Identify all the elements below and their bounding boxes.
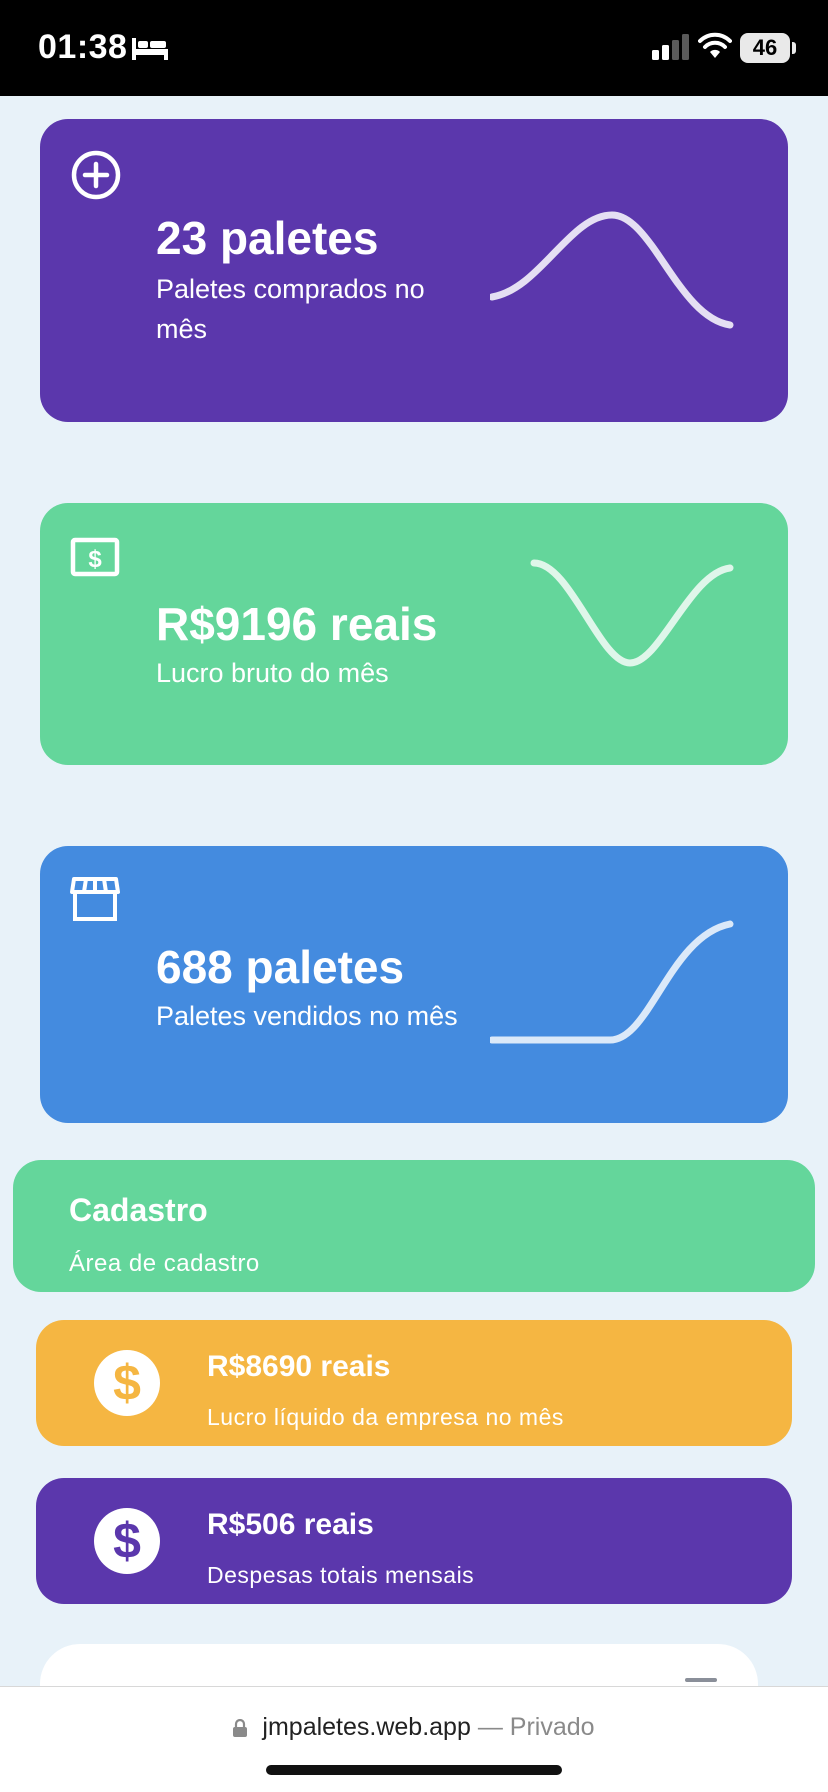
- minimize-icon[interactable]: [685, 1678, 717, 1682]
- home-indicator[interactable]: [266, 1765, 562, 1775]
- expenses-value: R$506 reais: [207, 1508, 374, 1541]
- trend-sparkline: [490, 211, 734, 329]
- purchased-pallets-value: 23 paletes: [156, 212, 379, 264]
- bed-icon: [132, 38, 168, 60]
- battery-tip: [792, 42, 796, 54]
- sold-pallets-value: 688 paletes: [156, 941, 405, 993]
- trend-sparkline: [490, 920, 734, 1044]
- svg-text:$: $: [113, 1355, 141, 1411]
- wifi-icon: [698, 32, 732, 58]
- expenses-card[interactable]: $ R$506 reais Despesas totais mensais: [36, 1478, 792, 1604]
- trend-sparkline: [530, 559, 734, 667]
- gross-profit-card[interactable]: $ R$9196 reais Lucro bruto do mês: [40, 503, 788, 765]
- lock-icon: [233, 1719, 248, 1737]
- cadastro-subtitle: Área de cadastro: [69, 1250, 260, 1277]
- dollar-coin-icon: $: [94, 1508, 160, 1574]
- purchased-pallets-label: Paletes comprados no mês: [156, 274, 425, 344]
- gross-profit-value: R$9196 reais: [156, 598, 438, 650]
- sold-pallets-card[interactable]: 688 paletes Paletes vendidos no mês: [40, 846, 788, 1123]
- battery-icon: 46: [740, 33, 790, 63]
- signal-icon: [652, 34, 689, 60]
- store-icon: [70, 877, 120, 921]
- plus-circle-icon: [71, 150, 121, 200]
- expenses-label: Despesas totais mensais: [207, 1562, 475, 1588]
- sold-pallets-label: Paletes vendidos no mês: [156, 1001, 458, 1031]
- money-bill-icon: $: [70, 537, 120, 577]
- private-mode-text: Privado: [509, 1713, 595, 1741]
- dollar-coin-icon: $: [94, 1350, 160, 1416]
- cadastro-title: Cadastro: [69, 1192, 208, 1228]
- address-text[interactable]: jmpaletes.web.app — Privado: [0, 1713, 828, 1742]
- status-time: 01:38: [38, 28, 128, 66]
- net-profit-card[interactable]: $ R$8690 reais Lucro líquido da empresa …: [36, 1320, 792, 1446]
- svg-text:$: $: [88, 546, 102, 573]
- separator-text: —: [477, 1713, 503, 1741]
- status-bar: 01:38 46: [0, 0, 828, 96]
- domain-text: jmpaletes.web.app: [262, 1713, 471, 1741]
- browser-address-bar[interactable]: jmpaletes.web.app — Privado: [0, 1686, 828, 1792]
- gross-profit-label: Lucro bruto do mês: [156, 658, 389, 688]
- purchased-pallets-card[interactable]: 23 paletes Paletes comprados no mês: [40, 119, 788, 422]
- cadastro-button[interactable]: Cadastro Área de cadastro: [13, 1160, 815, 1292]
- net-profit-label: Lucro líquido da empresa no mês: [207, 1404, 564, 1430]
- svg-text:$: $: [113, 1513, 141, 1569]
- net-profit-value: R$8690 reais: [207, 1350, 391, 1383]
